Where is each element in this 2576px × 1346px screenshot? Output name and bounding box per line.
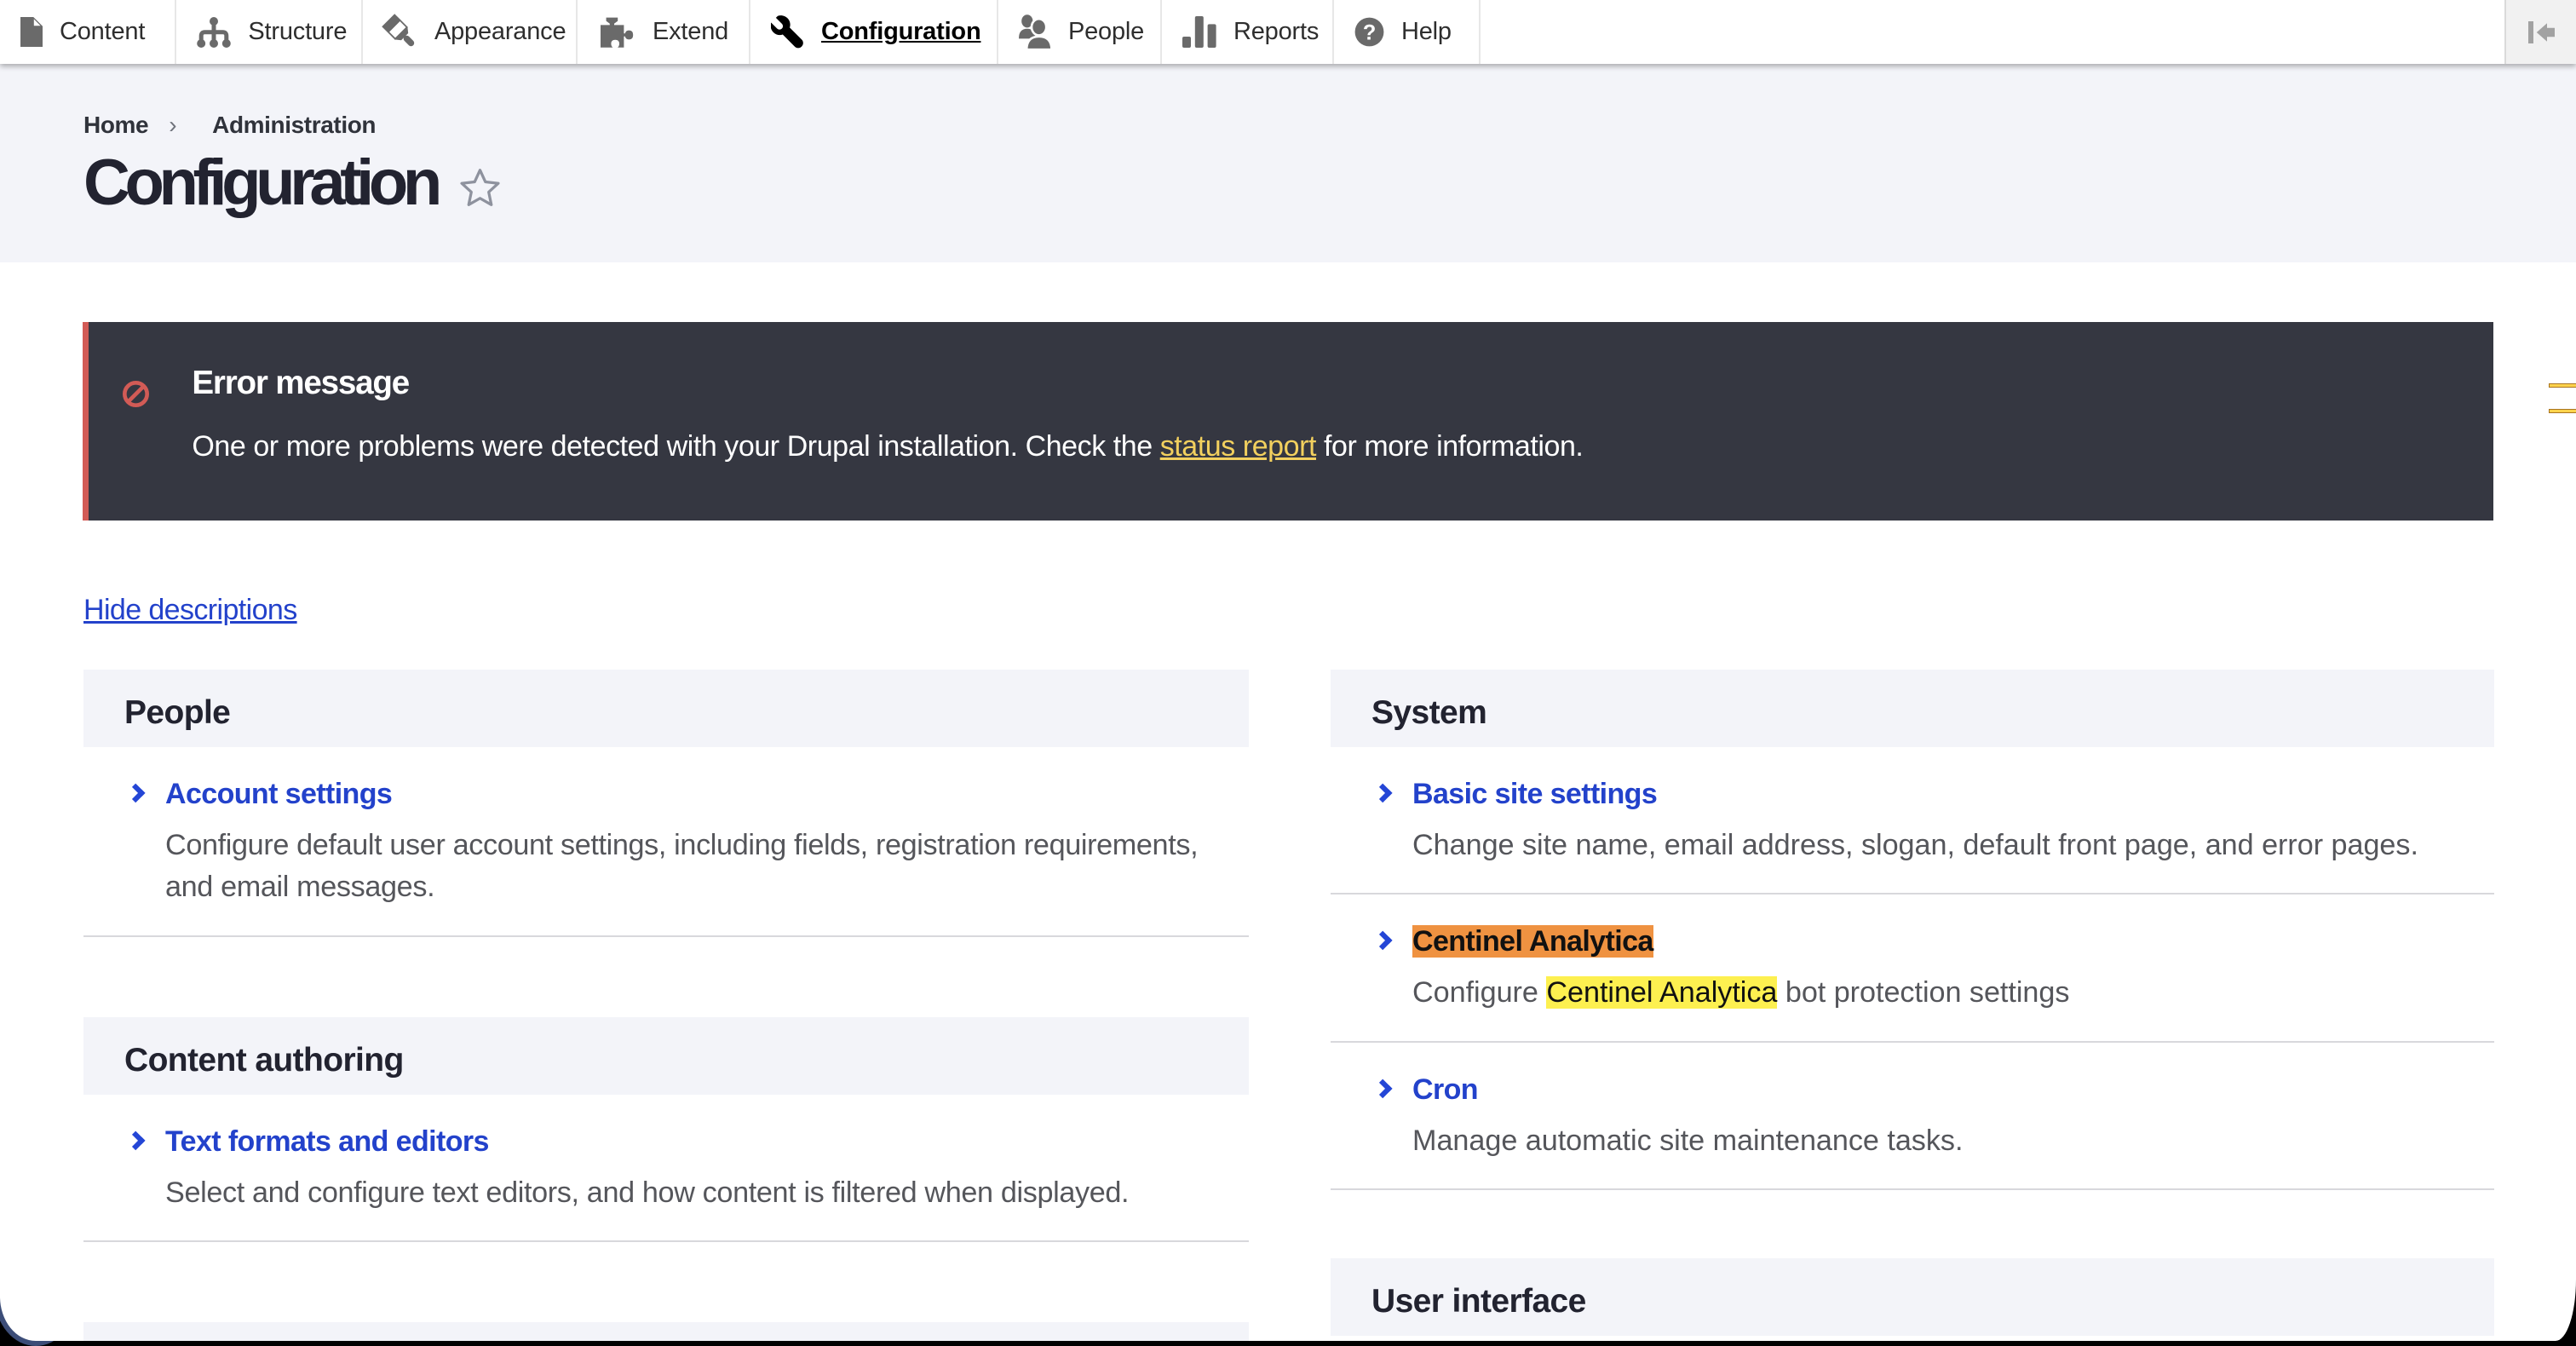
- svg-text:?: ?: [1363, 20, 1376, 44]
